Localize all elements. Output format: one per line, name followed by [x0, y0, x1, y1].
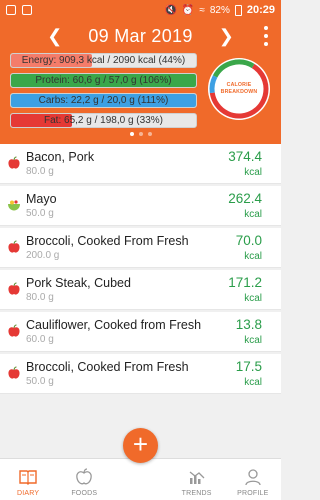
clock: 20:29 [246, 4, 275, 16]
page-dot[interactable] [129, 132, 134, 136]
food-entry-row[interactable]: Mayo 50.0 g 262.4 kcal [0, 186, 281, 226]
chevron-left-icon[interactable]: ❮ [47, 27, 62, 45]
bowl-icon [7, 198, 21, 212]
date-navigator: ❮ 09 Mar 2019 ❯ [0, 22, 281, 50]
nutrient-bar-label: Carbs: 22,2 g / 20,0 g (111%) [38, 95, 169, 106]
page-indicator [0, 132, 281, 136]
nav-foods[interactable]: FOODS [56, 459, 112, 500]
wifi-icon: ≈ [199, 4, 205, 16]
apple-icon [7, 156, 21, 170]
apple-icon [7, 282, 21, 296]
alarm-icon: ⏰ [181, 4, 195, 16]
battery-percent: 82% [209, 4, 230, 16]
food-entry-row[interactable]: Bacon, Pork 80.0 g 374.4 kcal [0, 144, 281, 184]
book-icon [19, 470, 37, 485]
battery-icon [234, 4, 242, 16]
nutrient-bar-label: Protein: 60,6 g / 57,0 g (106%) [35, 75, 172, 86]
notification-icon [6, 5, 16, 15]
nav-profile-label: PROFILE [237, 490, 269, 497]
apple-outline-icon [76, 468, 93, 485]
food-name: Bacon, Pork [26, 150, 95, 164]
food-calories-unit: kcal [244, 167, 262, 178]
apple-icon [7, 240, 21, 254]
food-calories-unit: kcal [244, 251, 262, 262]
food-name: Pork Steak, Cubed [26, 276, 131, 290]
chevron-right-icon[interactable]: ❯ [219, 27, 234, 45]
food-calories-unit: kcal [244, 377, 262, 388]
nutrient-bar: Energy: 909,3 kcal / 2090 kcal (44%) [10, 53, 197, 68]
nav-add-spacer [112, 459, 168, 500]
diary-header: ❮ 09 Mar 2019 ❯ Energy: 909,3 kcal / 209… [0, 20, 281, 144]
person-icon [245, 469, 261, 486]
nav-diary[interactable]: DIARY [0, 459, 56, 500]
more-menu-icon[interactable] [263, 26, 269, 46]
calorie-breakdown-label: CALORIE BREAKDOWN [207, 57, 271, 121]
breakdown-label-line2: BREAKDOWN [220, 89, 258, 95]
food-quantity: 50.0 g [26, 376, 54, 387]
food-calories: 262.4 [228, 191, 262, 206]
food-name: Broccoli, Cooked From Fresh [26, 360, 189, 374]
food-calories-unit: kcal [244, 293, 262, 304]
food-entries-list: Bacon, Pork 80.0 g 374.4 kcal Mayo 50.0 g 262.… [0, 144, 281, 396]
apple-icon [7, 324, 21, 338]
nutrient-bar: Carbs: 22,2 g / 20,0 g (111%) [10, 93, 197, 108]
food-calories-unit: kcal [244, 335, 262, 346]
food-quantity: 80.0 g [26, 166, 54, 177]
nutrient-bar: Fat: 65,2 g / 198,0 g (33%) [10, 113, 197, 128]
current-date[interactable]: 09 Mar 2019 [88, 26, 192, 47]
trends-icon [189, 471, 205, 484]
nutrient-bars[interactable]: Energy: 909,3 kcal / 2090 kcal (44%) Prot… [10, 53, 197, 133]
breakdown-label-line1: CALORIE [226, 81, 252, 88]
page-dot[interactable] [138, 132, 143, 136]
food-calories: 70.0 [235, 233, 262, 248]
status-bar: 🔇 ⏰ ≈ 82% 20:29 [0, 0, 281, 20]
page-dot[interactable] [147, 132, 152, 136]
calorie-breakdown-chart[interactable]: CALORIE BREAKDOWN [207, 57, 271, 121]
food-entry-row[interactable]: Broccoli, Cooked From Fresh 200.0 g 70.0 kc… [0, 228, 281, 268]
food-calories: 374.4 [228, 149, 262, 164]
nav-diary-label: DIARY [16, 490, 40, 497]
food-name: Mayo [26, 192, 57, 206]
food-name: Broccoli, Cooked From Fresh [26, 234, 189, 248]
food-entry-row[interactable]: Pork Steak, Cubed 80.0 g 171.2 kcal [0, 270, 281, 310]
food-calories: 17.5 [235, 359, 262, 374]
food-quantity: 200.0 g [26, 250, 60, 261]
food-quantity: 80.0 g [26, 292, 54, 303]
nav-trends[interactable]: TRENDS [169, 459, 225, 500]
nutrient-bar: Protein: 60,6 g / 57,0 g (106%) [10, 73, 197, 88]
mute-icon: 🔇 [164, 4, 177, 16]
nav-trends-label: TRENDS [181, 490, 212, 497]
nutrient-bar-label: Fat: 65,2 g / 198,0 g (33%) [44, 115, 163, 126]
bottom-navigation: DIARY FOODS TRENDS PROFILE [0, 458, 281, 500]
food-calories-unit: kcal [244, 209, 262, 220]
nutrient-bar-label: Energy: 909,3 kcal / 2090 kcal (44%) [21, 55, 186, 66]
food-entry-row[interactable]: Cauliflower, Cooked from Fresh 60.0 g 13.8… [0, 312, 281, 352]
food-entry-row[interactable]: Broccoli, Cooked From Fresh 50.0 g 17.5 kca… [0, 354, 281, 394]
food-quantity: 60.0 g [26, 334, 54, 345]
food-name: Cauliflower, Cooked from Fresh [26, 318, 202, 332]
food-calories: 13.8 [235, 317, 262, 332]
nav-profile[interactable]: PROFILE [225, 459, 281, 500]
add-food-button[interactable]: + [123, 428, 158, 463]
image-icon [22, 5, 32, 15]
nav-foods-label: FOODS [71, 490, 98, 497]
apple-icon [7, 366, 21, 380]
food-quantity: 50.0 g [26, 208, 54, 219]
food-calories: 171.2 [228, 275, 262, 290]
